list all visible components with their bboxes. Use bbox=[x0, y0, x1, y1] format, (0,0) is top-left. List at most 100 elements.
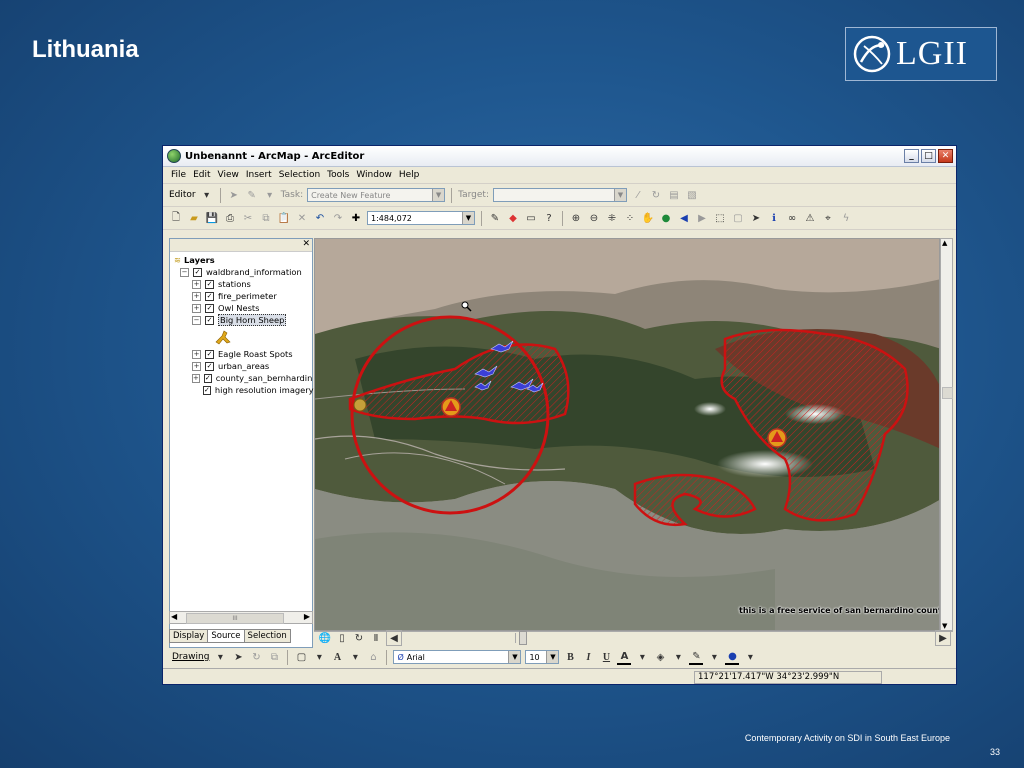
scroll-thumb[interactable] bbox=[519, 631, 527, 645]
layer-checkbox[interactable]: ✓ bbox=[205, 279, 214, 289]
scroll-thumb[interactable]: III bbox=[186, 613, 284, 624]
marker-color-icon[interactable]: ● bbox=[725, 649, 740, 665]
tab-source[interactable]: Source bbox=[207, 629, 245, 643]
font-size-dropdown[interactable]: 10 ▼ bbox=[525, 650, 560, 664]
hyperlink-icon[interactable]: ϟ bbox=[839, 211, 853, 225]
layer-item[interactable]: + ✓ Eagle Roast Spots bbox=[174, 348, 312, 360]
map-scale-dropdown[interactable]: 1:484,072 ▼ bbox=[367, 211, 475, 225]
layer-checkbox[interactable]: ✓ bbox=[205, 361, 214, 371]
identify-icon[interactable]: ℹ bbox=[767, 211, 781, 225]
editor-menu[interactable]: Editor bbox=[169, 190, 196, 200]
layout-view-icon[interactable]: ▯ bbox=[335, 631, 349, 645]
chevron-down-icon[interactable]: ▾ bbox=[743, 650, 757, 664]
collapse-icon[interactable]: − bbox=[192, 315, 201, 325]
cut-icon[interactable]: ✂ bbox=[241, 211, 255, 225]
zoom-in-icon[interactable]: ⊕ bbox=[569, 211, 583, 225]
rectangle-icon[interactable]: ▢ bbox=[294, 650, 308, 664]
scroll-left-icon[interactable]: ◀ bbox=[386, 630, 402, 646]
scroll-left-icon[interactable]: ◀ bbox=[171, 612, 177, 621]
expand-icon[interactable]: + bbox=[192, 373, 200, 383]
menu-help[interactable]: Help bbox=[399, 170, 420, 180]
layer-checkbox[interactable]: ✓ bbox=[203, 385, 211, 395]
scroll-right-icon[interactable]: ▶ bbox=[935, 630, 951, 646]
chevron-down-icon[interactable]: ▾ bbox=[348, 650, 362, 664]
minimize-button[interactable]: _ bbox=[904, 149, 919, 163]
new-document-icon[interactable]: 🗋 bbox=[169, 211, 183, 225]
layer-item[interactable]: + ✓ county_san_bernhardin bbox=[174, 372, 312, 384]
chevron-down-icon[interactable]: ▾ bbox=[635, 650, 649, 664]
fill-color-icon[interactable]: ◈ bbox=[653, 650, 667, 664]
close-icon[interactable]: ✕ bbox=[302, 239, 310, 249]
editor-toolbar-icon[interactable]: ✎ bbox=[488, 211, 502, 225]
maximize-button[interactable]: □ bbox=[921, 149, 936, 163]
scroll-thumb[interactable] bbox=[942, 387, 953, 399]
chevron-down-icon[interactable]: ▾ bbox=[263, 188, 277, 202]
layer-item[interactable]: + ✓ Owl Nests bbox=[174, 302, 312, 314]
back-arrow-icon[interactable]: ◀ bbox=[677, 211, 691, 225]
layer-checkbox[interactable]: ✓ bbox=[205, 349, 214, 359]
map-vertical-scrollbar[interactable]: ▲ ▼ bbox=[940, 238, 953, 631]
open-folder-icon[interactable]: ▰ bbox=[187, 211, 201, 225]
layer-checkbox[interactable]: ✓ bbox=[203, 373, 212, 383]
menu-window[interactable]: Window bbox=[356, 170, 392, 180]
select-features-icon[interactable]: ⬚ bbox=[713, 211, 727, 225]
tab-display[interactable]: Display bbox=[169, 629, 209, 643]
layer-checkbox[interactable]: ✓ bbox=[205, 303, 214, 313]
menu-selection[interactable]: Selection bbox=[279, 170, 320, 180]
layer-checkbox[interactable]: ✓ bbox=[193, 267, 202, 277]
zoom-whole-page-icon[interactable]: ⧉ bbox=[267, 650, 281, 664]
layer-item-selected[interactable]: − ✓ Big Horn Sheep bbox=[174, 314, 312, 326]
edit-tool-icon[interactable]: ➤ bbox=[227, 188, 241, 202]
scroll-track[interactable] bbox=[405, 633, 516, 643]
print-icon[interactable]: ⎙ bbox=[223, 211, 237, 225]
forward-arrow-icon[interactable]: ▶ bbox=[695, 211, 709, 225]
drawing-menu[interactable]: Drawing bbox=[172, 652, 209, 662]
pause-drawing-icon[interactable]: Ⅱ bbox=[369, 631, 383, 645]
target-dropdown[interactable]: ▼ bbox=[493, 188, 627, 202]
pan-hand-icon[interactable]: ✋ bbox=[641, 211, 655, 225]
menu-tools[interactable]: Tools bbox=[327, 170, 349, 180]
layer-item[interactable]: + ✓ stations bbox=[174, 278, 312, 290]
group-layer[interactable]: − ✓ waldbrand_information bbox=[174, 266, 312, 278]
toc-horizontal-scrollbar[interactable]: ◀ III ▶ bbox=[169, 611, 313, 624]
refresh-icon[interactable]: ↻ bbox=[352, 631, 366, 645]
layer-item[interactable]: + ✓ fire_perimeter bbox=[174, 290, 312, 302]
close-button[interactable]: ✕ bbox=[938, 149, 953, 163]
edit-vertices-icon[interactable]: ⌂ bbox=[366, 650, 380, 664]
layer-checkbox[interactable]: ✓ bbox=[205, 291, 214, 301]
go-to-xy-icon[interactable]: ⌖ bbox=[821, 211, 835, 225]
command-line-icon[interactable]: ▭ bbox=[524, 211, 538, 225]
map-display[interactable]: this is a free service of san bernardino… bbox=[314, 238, 940, 631]
chevron-down-icon[interactable]: ▾ bbox=[671, 650, 685, 664]
delete-icon[interactable]: ✕ bbox=[295, 211, 309, 225]
expand-icon[interactable]: + bbox=[192, 291, 201, 301]
data-view-icon[interactable]: 🌐 bbox=[318, 631, 332, 645]
attributes-icon[interactable]: ▤ bbox=[667, 188, 681, 202]
clear-selection-icon[interactable]: ▢ bbox=[731, 211, 745, 225]
menu-edit[interactable]: Edit bbox=[193, 170, 210, 180]
layer-item[interactable]: ✓ high resolution imagery bbox=[174, 384, 314, 396]
menu-file[interactable]: File bbox=[171, 170, 186, 180]
select-elements-icon[interactable]: ➤ bbox=[231, 650, 245, 664]
copy-icon[interactable]: ⧉ bbox=[259, 211, 273, 225]
task-dropdown[interactable]: Create New Feature ▼ bbox=[307, 188, 446, 202]
expand-icon[interactable]: + bbox=[192, 303, 201, 313]
whats-this-icon[interactable]: ? bbox=[542, 211, 556, 225]
chevron-down-icon[interactable]: ▾ bbox=[707, 650, 721, 664]
save-icon[interactable]: 💾 bbox=[205, 211, 219, 225]
menu-view[interactable]: View bbox=[218, 170, 239, 180]
layer-item[interactable]: + ✓ urban_areas bbox=[174, 360, 312, 372]
measure-icon[interactable]: ⚠ bbox=[803, 211, 817, 225]
rotate-tool-icon[interactable]: ↻ bbox=[649, 188, 663, 202]
tab-selection[interactable]: Selection bbox=[243, 629, 291, 643]
add-data-icon[interactable]: ✚ bbox=[349, 211, 363, 225]
new-text-icon[interactable]: A bbox=[330, 650, 344, 664]
underline-button[interactable]: U bbox=[599, 650, 613, 664]
scroll-up-icon[interactable]: ▲ bbox=[942, 239, 947, 247]
window-titlebar[interactable]: Unbenannt - ArcMap - ArcEditor _ □ ✕ bbox=[163, 146, 956, 167]
expand-icon[interactable]: + bbox=[192, 349, 201, 359]
chevron-down-icon[interactable]: ▾ bbox=[213, 650, 227, 664]
redo-icon[interactable]: ↷ bbox=[331, 211, 345, 225]
find-binoculars-icon[interactable]: ∞ bbox=[785, 211, 799, 225]
paste-icon[interactable]: 📋 bbox=[277, 211, 291, 225]
